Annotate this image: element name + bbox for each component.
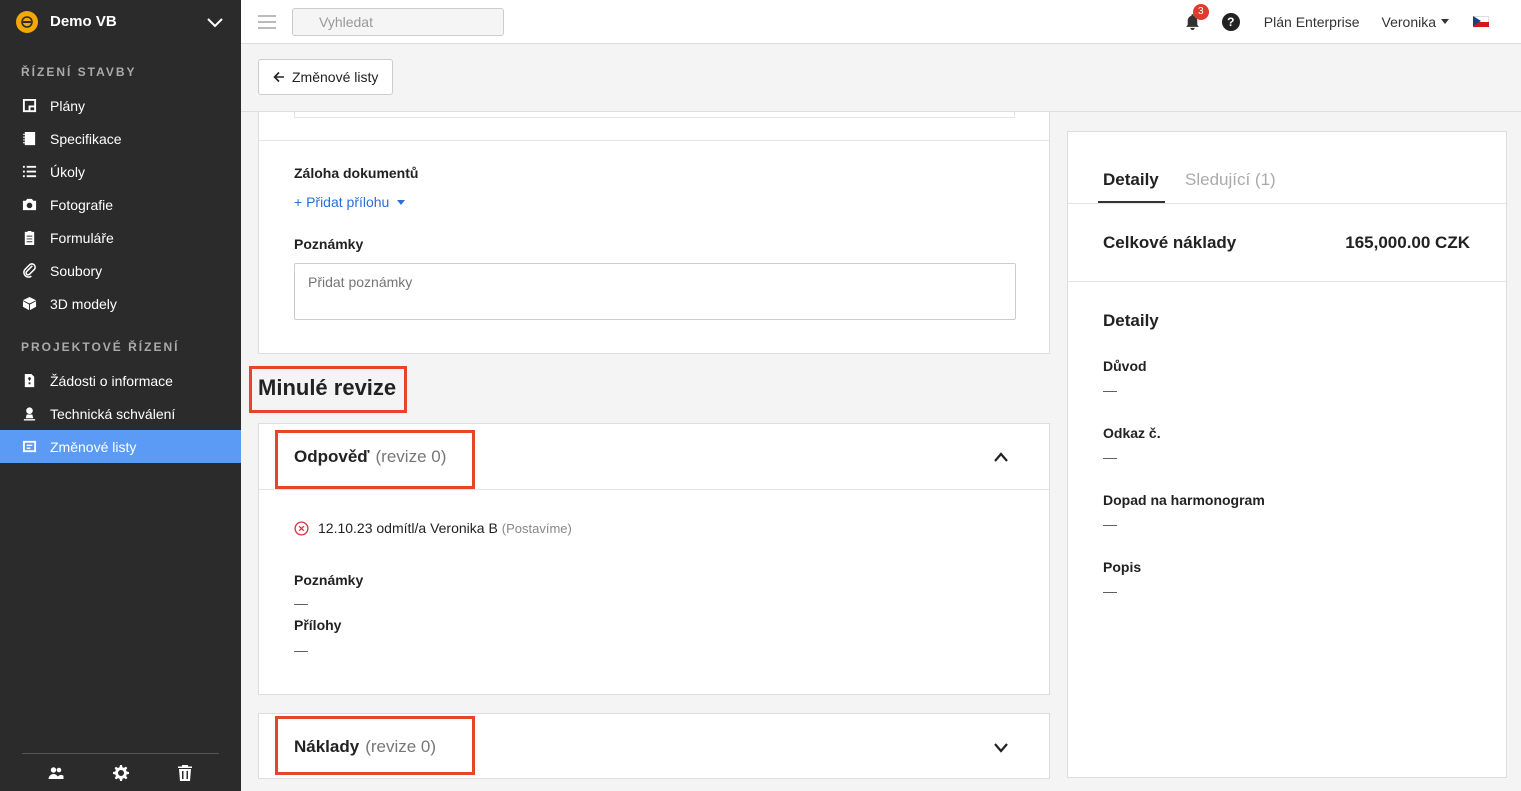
approval-icon: [21, 406, 37, 422]
camera-icon: [21, 197, 37, 213]
paperclip-icon: [21, 263, 37, 279]
detail-schedule-impact-value: —: [1103, 516, 1117, 532]
sidebar-item-change-orders[interactable]: Změnové listy: [0, 430, 241, 463]
sidebar-item-rfi[interactable]: Žádosti o informace: [0, 364, 241, 397]
sidebar-item-files[interactable]: Soubory: [0, 254, 241, 287]
response-notes-value: —: [294, 595, 308, 611]
rejected-icon: [294, 520, 309, 536]
menu-toggle-icon[interactable]: [258, 14, 276, 29]
trash-icon[interactable]: [177, 764, 193, 781]
caret-down-icon: [1441, 19, 1449, 24]
highlight-box: [275, 430, 475, 489]
sidebar-item-specifications[interactable]: Specifikace: [0, 122, 241, 155]
plans-icon: [21, 98, 37, 114]
notes-textarea[interactable]: [294, 263, 1016, 320]
change-order-form-card: Záloha dokumentů + Přidat přílohu Poznám…: [258, 112, 1050, 354]
detail-description-value: —: [1103, 583, 1117, 599]
total-cost-value: 165,000.00 CZK: [1345, 233, 1470, 252]
user-menu[interactable]: Veronika: [1382, 14, 1449, 30]
cz-flag-icon[interactable]: [1473, 16, 1489, 27]
notes-label: Poznámky: [294, 236, 364, 252]
sidebar-footer: [22, 753, 219, 791]
back-button-label: Změnové listy: [292, 69, 379, 85]
add-attachment-label: + Přidat přílohu: [294, 194, 390, 210]
chevron-up-icon[interactable]: [993, 450, 1009, 464]
previous-field-bottom: [294, 112, 1015, 118]
response-attachments-value: —: [294, 642, 308, 658]
tab-followers[interactable]: Sledující (1): [1185, 170, 1276, 190]
search-input[interactable]: [319, 13, 500, 30]
sidebar-item-label: 3D modely: [50, 295, 117, 312]
users-icon[interactable]: [48, 765, 64, 781]
sidebar-item-label: Plány: [50, 97, 86, 114]
gear-icon[interactable]: [112, 764, 129, 781]
change-order-icon: [21, 439, 37, 455]
plan-link[interactable]: Plán Enterprise: [1264, 14, 1360, 30]
detail-reference-label: Odkaz č.: [1103, 425, 1161, 441]
detail-schedule-impact-label: Dopad na harmonogram: [1103, 492, 1265, 508]
top-bar: 3 ? Plán Enterprise Veronika: [241, 0, 1521, 44]
cube-icon: [21, 296, 37, 312]
total-cost-label: Celkové náklady: [1103, 233, 1237, 252]
notification-count-badge: 3: [1192, 3, 1209, 20]
add-attachment-link[interactable]: + Přidat přílohu: [294, 194, 406, 210]
project-switcher[interactable]: Demo VB: [0, 0, 241, 43]
status-text: 12.10.23 odmítl/a Veronika B: [318, 520, 498, 536]
user-name: Veronika: [1381, 13, 1436, 30]
notifications-button[interactable]: 3: [1184, 3, 1209, 31]
status-company: (Postavíme): [501, 520, 572, 536]
caret-down-icon: [397, 199, 406, 205]
search-box[interactable]: [292, 7, 504, 36]
detail-reason-value: —: [1103, 382, 1117, 398]
sidebar-item-photos[interactable]: Fotografie: [0, 188, 241, 221]
sidebar-item-label: Specifikace: [50, 130, 122, 147]
help-button[interactable]: ?: [1221, 12, 1240, 31]
sidebar-item-label: Úkoly: [50, 163, 86, 180]
tab-details[interactable]: Detaily: [1103, 170, 1159, 190]
sidebar-item-label: Fotografie: [50, 196, 114, 213]
backup-label: Záloha dokumentů: [294, 165, 419, 181]
project-logo-icon: [16, 10, 38, 33]
sidebar-item-tasks[interactable]: Úkoly: [0, 155, 241, 188]
details-panel: Detaily Sledující (1) Celkové náklady 16…: [1067, 131, 1507, 778]
details-title: Detaily: [1103, 311, 1159, 330]
highlight-box: [275, 716, 475, 775]
sidebar: Demo VB ŘÍZENÍ STAVBY Plány Specifikace …: [0, 0, 241, 791]
active-tab-indicator: [1098, 201, 1165, 203]
divider: [259, 140, 1049, 141]
project-name: Demo VB: [50, 13, 117, 30]
panel-tabs: Detaily Sledující (1): [1068, 132, 1506, 204]
clipboard-icon: [21, 230, 37, 246]
detail-reference-value: —: [1103, 449, 1117, 465]
response-notes-label: Poznámky: [294, 572, 364, 588]
arrow-left-icon: [273, 71, 284, 83]
sidebar-item-plans[interactable]: Plány: [0, 89, 241, 122]
section-label-construction: ŘÍZENÍ STAVBY: [21, 65, 137, 79]
sidebar-item-label: Technická schválení: [50, 405, 176, 422]
total-cost-row: Celkové náklady 165,000.00 CZK: [1068, 204, 1506, 282]
response-status: 12.10.23 odmítl/a Veronika B (Postavíme): [294, 520, 572, 536]
sidebar-item-label: Formuláře: [50, 229, 114, 246]
tasks-icon: [21, 164, 37, 180]
sidebar-item-approvals[interactable]: Technická schválení: [0, 397, 241, 430]
detail-reason-label: Důvod: [1103, 358, 1147, 374]
back-button[interactable]: Změnové listy: [258, 59, 394, 95]
sidebar-item-label: Změnové listy: [50, 438, 137, 455]
response-attachments-label: Přílohy: [294, 617, 342, 633]
sidebar-item-forms[interactable]: Formuláře: [0, 221, 241, 254]
section-label-project: PROJEKTOVÉ ŘÍZENÍ: [21, 340, 180, 354]
detail-description-label: Popis: [1103, 559, 1142, 575]
sidebar-item-3d-models[interactable]: 3D modely: [0, 287, 241, 320]
rfi-icon: [21, 373, 37, 389]
sidebar-item-label: Soubory: [50, 262, 103, 279]
highlight-box: [249, 366, 407, 413]
chevron-down-icon[interactable]: [205, 12, 225, 32]
sidebar-item-label: Žádosti o informace: [50, 372, 173, 389]
sub-header: Změnové listy: [241, 44, 1521, 112]
specifications-icon: [21, 131, 37, 147]
chevron-down-icon[interactable]: [993, 740, 1009, 754]
